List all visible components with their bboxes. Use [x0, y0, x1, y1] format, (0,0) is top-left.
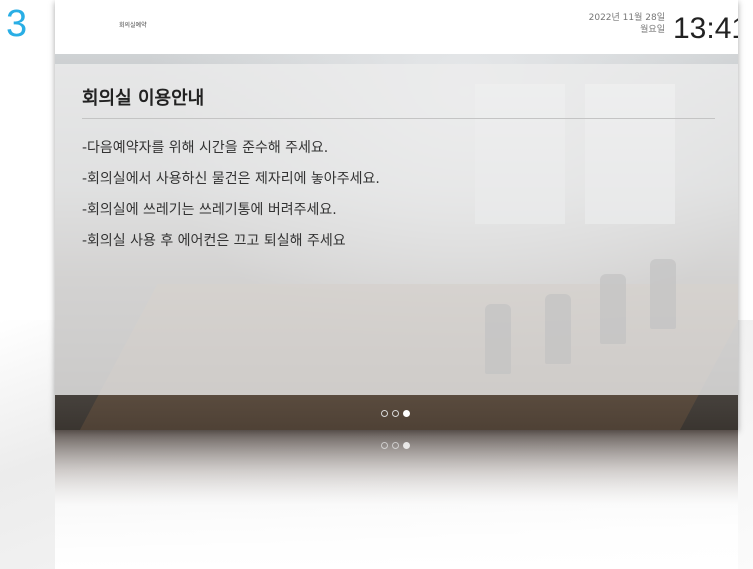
divider [82, 118, 715, 119]
notice-item: -회의실에서 사용하신 물건은 제자리에 놓아주세요. [82, 171, 380, 187]
notice-list: -다음예약자를 위해 시간을 준수해 주세요. -회의실에서 사용하신 물건은 … [82, 136, 380, 260]
app-title: 회의실예약 [119, 22, 147, 29]
date-text: 2022년 11월 28일 [588, 13, 665, 23]
carousel-dot-1[interactable] [381, 410, 388, 417]
notice-item: -회의실 사용 후 에어컨은 끄고 퇴실해 주세요 [82, 233, 346, 249]
reflection-fade [55, 430, 738, 569]
step-number: 3 [6, 3, 28, 45]
kiosk-screen: 회의실예약 2022년 11월 28일 월요일 13:41 회의실 이용안내 -… [55, 0, 738, 430]
carousel-indicators [381, 410, 410, 417]
date-display: 2022년 11월 28일 월요일 [553, 12, 665, 36]
notice-title: 회의실 이용안내 [82, 88, 205, 109]
screen-reflection [55, 430, 738, 569]
notice-item: -다음예약자를 위해 시간을 준수해 주세요. [82, 140, 329, 156]
header-bar: 회의실예약 2022년 11월 28일 월요일 13:41 [55, 0, 738, 54]
weekday-text: 월요일 [640, 25, 665, 35]
carousel-dot-2[interactable] [392, 410, 399, 417]
carousel-dot-3[interactable] [403, 410, 410, 417]
notice-item: -회의실에 쓰레기는 쓰레기통에 버려주세요. [82, 202, 337, 218]
notice-panel: 회의실 이용안내 -다음예약자를 위해 시간을 준수해 주세요. -회의실에서 … [55, 64, 738, 395]
clock: 13:41 [673, 12, 738, 45]
